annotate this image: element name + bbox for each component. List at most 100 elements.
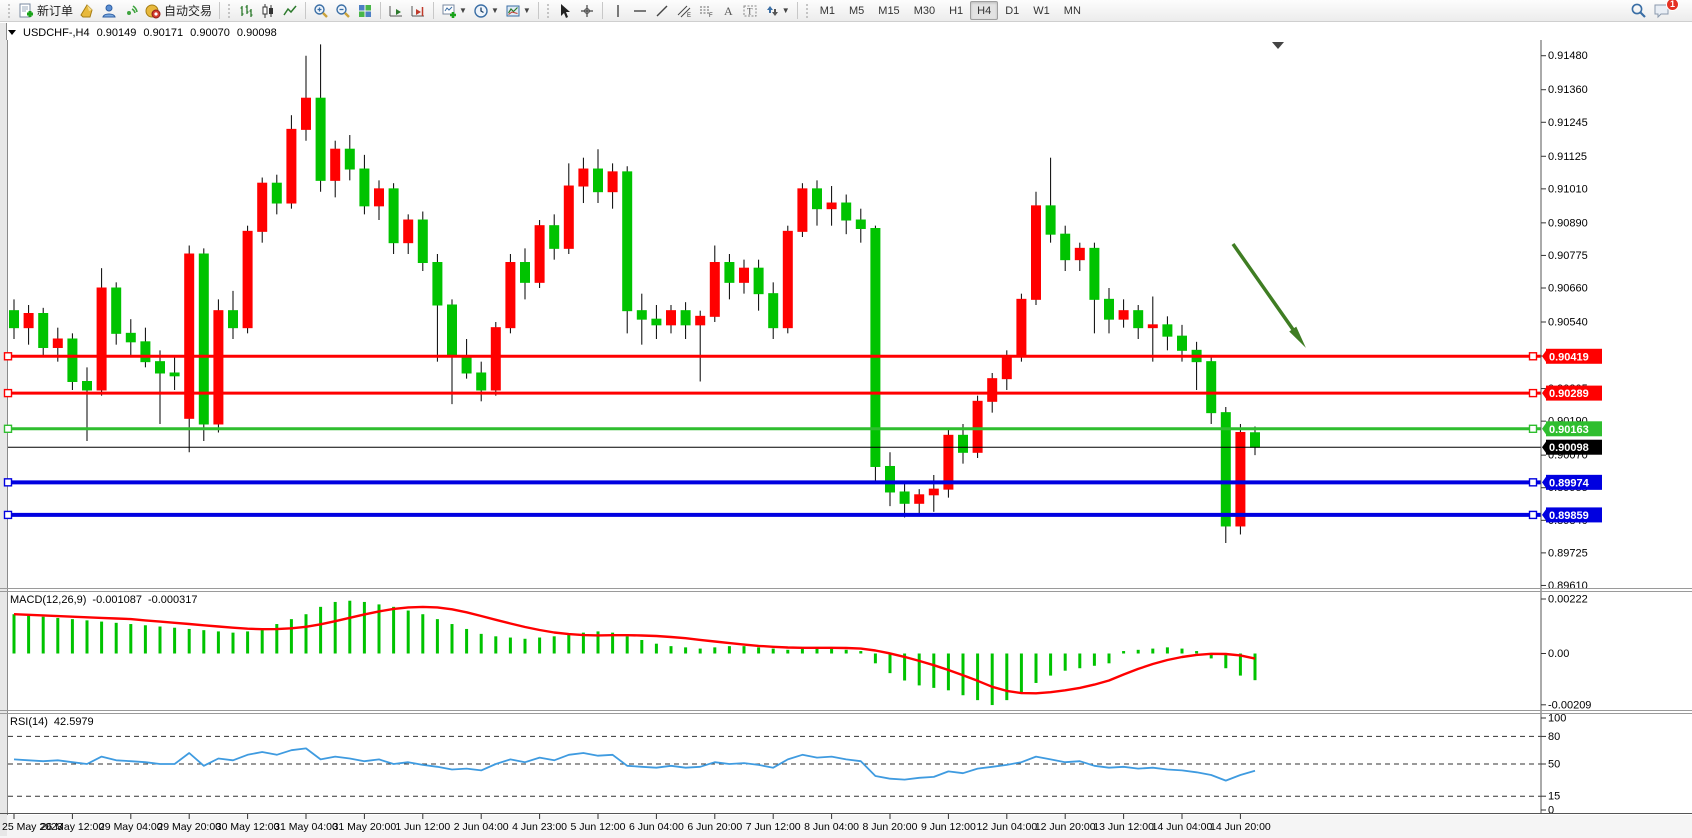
time-axis-label: 31 May 20:00	[333, 821, 397, 833]
text-icon: A	[720, 3, 736, 19]
toolbar-grip[interactable]	[546, 3, 551, 19]
horizontal-line-button[interactable]	[629, 1, 651, 21]
timeframe-button-m15[interactable]: M15	[871, 1, 906, 20]
profile-icon	[101, 3, 117, 19]
hline-handle[interactable]	[5, 479, 12, 486]
notification-badge: 1	[1666, 0, 1679, 11]
toolbar-separator	[797, 2, 798, 19]
new-chart-button[interactable]: ▼	[438, 1, 470, 21]
rsi-axis-tick: 80	[1548, 731, 1560, 743]
zoom-out-button[interactable]	[332, 1, 354, 21]
signal-button[interactable]	[120, 1, 142, 21]
hline-handle[interactable]	[1530, 511, 1537, 518]
hline-handle[interactable]	[1530, 353, 1537, 360]
svg-text:0.90419: 0.90419	[1549, 351, 1589, 363]
timeframe-button-m5[interactable]: M5	[842, 1, 871, 20]
macd-axis-tick: -0.00209	[1548, 699, 1591, 711]
macd-main-value: -0.001087	[92, 594, 142, 606]
chart-close-value: 0.90098	[237, 27, 277, 39]
rsi-current-value: 42.5979	[54, 716, 94, 728]
toolbar-grip[interactable]	[7, 3, 12, 19]
hline-handle[interactable]	[5, 425, 12, 432]
time-axis-label: 29 May 04:00	[99, 821, 163, 833]
zoom-in-button[interactable]	[310, 1, 332, 21]
rsi-name: RSI(14)	[10, 716, 48, 728]
chart-wizard-button[interactable]	[76, 1, 98, 21]
svg-text:T: T	[747, 6, 753, 16]
candle	[214, 299, 223, 432]
mt4-application: 新订单 自动交易	[0, 0, 1692, 838]
fibonacci-button[interactable]: F	[695, 1, 717, 21]
timeframe-button-mn[interactable]: MN	[1057, 1, 1088, 20]
macd-axis-tick: 0.00222	[1548, 593, 1588, 605]
trendline-button[interactable]	[651, 1, 673, 21]
autotrading-button[interactable]: 自动交易	[142, 1, 215, 21]
time-axis-label: 1 Jun 12:00	[395, 821, 450, 833]
new-order-button[interactable]: 新订单	[15, 1, 76, 21]
toolbar-grip[interactable]	[805, 3, 810, 19]
vertical-line-button[interactable]	[607, 1, 629, 21]
hline-handle[interactable]	[5, 353, 12, 360]
hline-handle[interactable]	[5, 390, 12, 397]
template-button[interactable]: ▼	[502, 1, 534, 21]
candle	[287, 115, 296, 208]
tile-windows-button[interactable]	[354, 1, 376, 21]
candle	[798, 183, 807, 237]
timeframe-button-h4[interactable]: H4	[970, 1, 998, 20]
chart-low-value: 0.90070	[190, 27, 230, 39]
time-axis-label: 30 May 12:00	[216, 821, 280, 833]
period-clock-button[interactable]: ▼	[470, 1, 502, 21]
dropdown-caret: ▼	[459, 6, 467, 15]
candle	[944, 430, 953, 498]
bar-chart-icon	[238, 3, 254, 19]
price-axis-tick: 0.91480	[1548, 50, 1588, 62]
arrows-button[interactable]: ▼	[761, 1, 793, 21]
dropdown-caret: ▼	[523, 6, 531, 15]
bar-chart-button[interactable]	[235, 1, 257, 21]
rsi-axis-tick: 100	[1548, 713, 1566, 725]
price-tag-0.90163: 0.90163	[1542, 421, 1602, 436]
hline-handle[interactable]	[1530, 390, 1537, 397]
crosshair-button[interactable]	[576, 1, 598, 21]
toolbar-grip[interactable]	[227, 3, 232, 19]
macd-name: MACD(12,26,9)	[10, 594, 86, 606]
timeframe-button-w1[interactable]: W1	[1026, 1, 1057, 20]
hline-handle[interactable]	[1530, 479, 1537, 486]
chart-shift-button[interactable]	[407, 1, 429, 21]
search-button[interactable]	[1627, 1, 1650, 21]
trendline-icon	[654, 3, 670, 19]
svg-text:E: E	[687, 13, 691, 19]
time-axis-label: 13 Jun 12:00	[1093, 821, 1154, 833]
chart-symbol-period: USDCHF-,H4	[23, 27, 90, 39]
svg-text:0.89974: 0.89974	[1549, 477, 1590, 489]
fibonacci-icon: F	[698, 3, 714, 19]
chart-open-value: 0.90149	[97, 27, 137, 39]
timeframe-button-m1[interactable]: M1	[813, 1, 842, 20]
cursor-button[interactable]	[554, 1, 576, 21]
signal-icon	[123, 3, 139, 19]
new-chart-icon	[441, 3, 457, 19]
hline-handle[interactable]	[1530, 425, 1537, 432]
auto-scroll-button[interactable]	[385, 1, 407, 21]
equidistant-channel-button[interactable]: E	[673, 1, 695, 21]
price-axis-tick: 0.91125	[1548, 151, 1587, 163]
svg-text:0.90289: 0.90289	[1549, 388, 1589, 400]
candlestick-chart-icon	[260, 3, 276, 19]
candle	[973, 396, 982, 458]
timeframe-button-m30[interactable]: M30	[907, 1, 942, 20]
candle	[871, 226, 880, 481]
timeframe-button-h1[interactable]: H1	[942, 1, 970, 20]
candlestick-chart-button[interactable]	[257, 1, 279, 21]
text-button[interactable]: A	[717, 1, 739, 21]
hline-handle[interactable]	[5, 511, 12, 518]
timeframe-button-d1[interactable]: D1	[998, 1, 1026, 20]
line-chart-button[interactable]	[279, 1, 301, 21]
profile-button[interactable]	[98, 1, 120, 21]
chat-button[interactable]: 1	[1650, 1, 1674, 21]
price-axis-tick: 0.90540	[1548, 317, 1588, 329]
chevron-down-icon[interactable]	[8, 30, 16, 35]
rsi-axis-tick: 15	[1548, 791, 1560, 803]
zoom-out-icon	[335, 3, 351, 19]
text-label-button[interactable]: T	[739, 1, 761, 21]
chart-high-value: 0.90171	[143, 27, 183, 39]
